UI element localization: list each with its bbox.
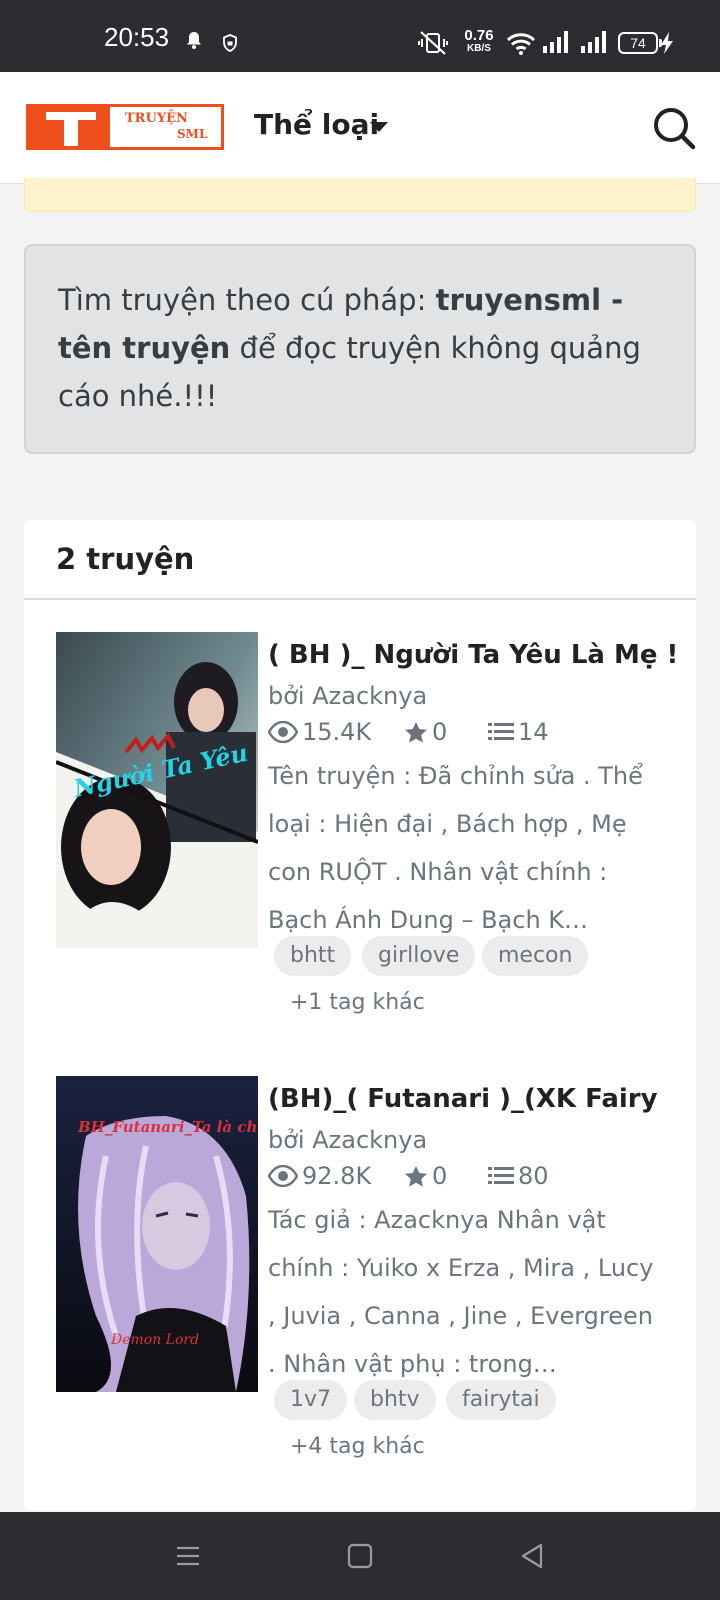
wifi-icon — [506, 33, 536, 55]
more-tags-link[interactable]: +1 tag khác — [290, 990, 425, 1015]
tag-chip[interactable]: girllove — [362, 936, 476, 976]
site-header: TRUYỆN SML Thể loại — [0, 72, 720, 184]
story-author[interactable]: bởi Azacknya — [268, 1126, 427, 1154]
list-icon — [488, 1167, 514, 1184]
story-description: Tác giả : Azacknya Nhân vật chính : Yuik… — [268, 1206, 654, 1378]
tag-chip[interactable]: bhtv — [354, 1380, 436, 1420]
tag-chip[interactable]: mecon — [482, 936, 589, 976]
story-item[interactable]: Người Ta Yêu ( BH )_ Người Ta Yêu Là Mẹ … — [56, 632, 678, 1032]
story-item[interactable]: BH_Futanari_Ta là chúa quỷ ! Demon Lord … — [56, 1076, 676, 1476]
system-nav-bar — [0, 1512, 720, 1600]
tip-prefix: Tìm truyện theo cú pháp: — [58, 283, 436, 317]
network-speed-value: 0.76 — [464, 27, 494, 44]
site-logo[interactable]: TRUYỆN SML — [26, 104, 224, 150]
star-icon — [405, 722, 427, 743]
search-icon[interactable] — [652, 106, 696, 150]
logo-text-sml: SML — [177, 127, 208, 141]
eye-icon — [268, 1165, 298, 1187]
cover-signature-text: Demon Lord — [110, 1332, 199, 1348]
story-title[interactable]: ( BH )_ Người Ta Yêu Là Mẹ ! — [268, 640, 678, 670]
logo-t-mark — [26, 104, 110, 150]
results-card: 2 truyện Người Ta Yêu ( BH )_ Người Ta Y… — [24, 520, 696, 1510]
cover-title-text: BH_Futanari_Ta là chúa quỷ ! — [77, 1118, 258, 1136]
tag-chip[interactable]: bhtt — [274, 936, 352, 976]
story-title[interactable]: (BH)_( Futanari )_(XK Fairy — [268, 1084, 658, 1114]
status-time: 20:53 — [104, 22, 170, 52]
signal-sim1-icon — [543, 31, 568, 53]
more-tags-link[interactable]: +4 tag khác — [290, 1434, 425, 1459]
story-description: Tên truyện : Đã chỉnh sửa . Thể loại : H… — [268, 762, 643, 934]
genre-dropdown[interactable]: Thể loại — [254, 108, 379, 141]
menu-icon[interactable] — [174, 1542, 202, 1570]
stars-count: 0 — [432, 1162, 448, 1190]
network-speed: 0.76 KB/S — [462, 28, 496, 54]
vibrate-mute-icon — [418, 31, 448, 55]
charging-bolt-icon — [661, 32, 673, 54]
list-icon — [488, 723, 514, 740]
tag-chip[interactable]: fairytai — [446, 1380, 556, 1420]
chapters-count: 14 — [518, 718, 549, 746]
back-triangle-icon[interactable] — [518, 1542, 546, 1570]
star-icon — [405, 1166, 427, 1187]
stars-count: 0 — [432, 718, 448, 746]
views-count: 92.8K — [302, 1162, 372, 1190]
network-speed-unit: KB/S — [467, 43, 491, 54]
story-author[interactable]: bởi Azacknya — [268, 682, 427, 710]
warning-banner — [24, 178, 696, 212]
search-tip-alert: Tìm truyện theo cú pháp: truyensml - tên… — [24, 244, 696, 454]
status-bar: 20:53 0.76 KB/S 74 — [0, 0, 720, 72]
logo-text-truyen: TRUYỆN — [125, 111, 188, 126]
home-square-icon[interactable] — [346, 1542, 374, 1570]
tag-chip[interactable]: 1v7 — [274, 1380, 348, 1420]
results-count: 2 truyện — [56, 542, 195, 576]
chevron-down-icon[interactable] — [370, 122, 388, 132]
chapters-count: 80 — [518, 1162, 549, 1190]
story-cover-image[interactable]: Người Ta Yêu — [56, 632, 258, 948]
views-count: 15.4K — [302, 718, 372, 746]
eye-icon — [268, 721, 298, 743]
signal-sim2-icon — [581, 31, 606, 53]
vpn-shield-icon — [223, 34, 237, 52]
story-cover-image[interactable]: BH_Futanari_Ta là chúa quỷ ! Demon Lord — [56, 1076, 258, 1392]
notification-bell-icon — [187, 32, 201, 49]
results-header: 2 truyện — [24, 520, 696, 600]
battery-indicator: 74 — [618, 32, 662, 54]
